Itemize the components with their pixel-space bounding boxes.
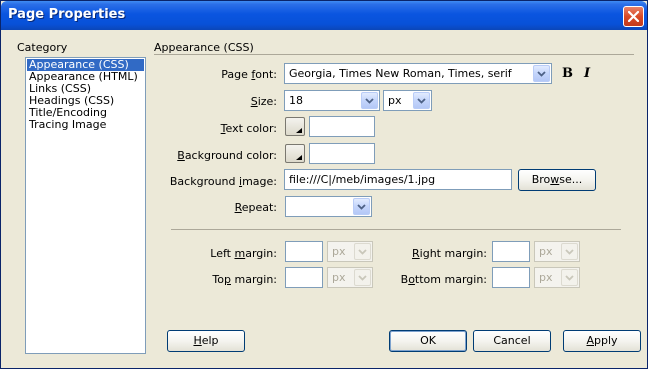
text-color-picker[interactable] [285,117,305,136]
title-bar[interactable]: Page Properties [1,1,647,30]
right-margin-unit-select: px [534,241,580,262]
repeat-dropdown-button[interactable] [353,198,370,215]
close-icon [628,11,639,22]
category-heading: Category [17,41,68,54]
bottom-margin-unit-select: px [534,267,580,288]
background-image-label: Background image: [169,175,277,188]
dropdown-corner-icon [296,128,302,133]
size-unit-select[interactable]: px [383,90,432,111]
repeat-label: Repeat: [234,201,277,214]
apply-button[interactable]: Apply [563,330,641,352]
size-value: 18 [289,94,303,107]
page-font-dropdown-button[interactable] [533,65,550,82]
dropdown-corner-icon [296,155,302,160]
chevron-down-icon [417,98,426,104]
help-button[interactable]: Help [167,330,245,352]
background-color-label: Background color: [177,149,277,162]
section-divider [154,54,634,55]
margins-divider [171,229,621,230]
bottom-margin-input[interactable] [492,267,530,288]
left-margin-input[interactable] [285,241,323,262]
chevron-down-icon [565,249,574,255]
right-margin-input[interactable] [492,241,530,262]
window-title: Page Properties [8,7,126,22]
browse-button[interactable]: Browse... [518,169,596,191]
page-font-select[interactable]: Georgia, Times New Roman, Times, serif [284,63,552,84]
left-margin-unit-dropdown-button [354,243,371,260]
left-margin-label: Left margin: [210,247,277,260]
size-unit-value: px [388,94,402,107]
size-select[interactable]: 18 [284,90,380,111]
size-dropdown-button[interactable] [361,92,378,109]
chevron-down-icon [358,249,367,255]
page-properties-dialog: Page Properties Category Appearance (CSS… [0,0,648,369]
text-color-input[interactable] [309,116,375,137]
chevron-down-icon [357,204,366,210]
bottom-margin-label: Bottom margin: [400,273,487,286]
bottom-margin-unit-dropdown-button [561,269,578,286]
top-margin-input[interactable] [285,267,323,288]
chevron-down-icon [565,275,574,281]
repeat-select[interactable] [285,196,372,217]
cancel-button[interactable]: Cancel [473,330,551,352]
italic-icon[interactable]: I [584,66,590,81]
chevron-down-icon [537,71,546,77]
left-margin-unit-select: px [327,241,373,262]
text-color-label: Text color: [220,122,277,135]
category-list[interactable]: Appearance (CSS) Appearance (HTML) Links… [25,57,146,354]
section-heading: Appearance (CSS) [154,41,254,54]
top-margin-label: Top margin: [212,273,277,286]
background-image-input[interactable]: file:///C|/meb/images/1.jpg [284,169,512,190]
size-unit-dropdown-button[interactable] [413,92,430,109]
bold-icon[interactable]: B [562,66,573,81]
right-margin-label: Right margin: [412,247,487,260]
close-button[interactable] [623,6,644,27]
right-margin-unit-dropdown-button [561,243,578,260]
chevron-down-icon [365,98,374,104]
background-color-input[interactable] [309,143,375,164]
ok-button[interactable]: OK [389,330,467,352]
top-margin-unit-dropdown-button [354,269,371,286]
chevron-down-icon [358,275,367,281]
page-font-value: Georgia, Times New Roman, Times, serif [289,67,512,80]
top-margin-unit-select: px [327,267,373,288]
category-item-tracing-image[interactable]: Tracing Image [27,119,144,131]
page-font-label: Page font: [221,68,277,81]
background-color-picker[interactable] [285,144,305,163]
size-label: Size: [250,95,277,108]
